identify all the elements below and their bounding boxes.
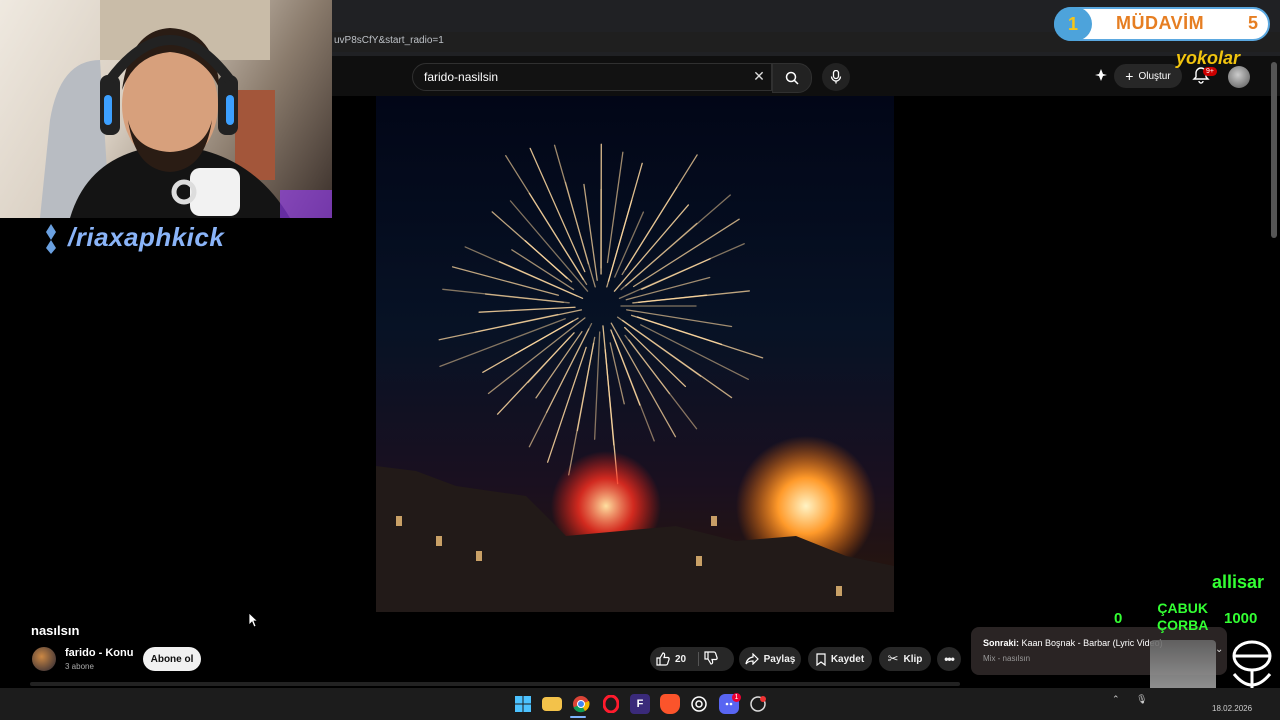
like-count: 20 (675, 653, 687, 665)
streamer-webcam (0, 0, 332, 218)
brave-icon[interactable] (660, 694, 680, 714)
search-icon (785, 71, 799, 85)
taskbar-date[interactable]: 18.02.2026 (1212, 704, 1252, 713)
channel-name[interactable]: farido - Konu (65, 647, 133, 659)
video-title: nasılsın (31, 623, 80, 638)
search-button[interactable] (772, 63, 812, 93)
windows-start-icon[interactable] (513, 694, 533, 714)
plus-icon: + (1125, 68, 1134, 84)
robot-mascot-icon (1232, 640, 1272, 694)
microphone-icon (830, 70, 842, 84)
bookmark-icon (816, 652, 826, 666)
page-scrollbar[interactable] (1271, 62, 1277, 238)
game-score-right: 1000 (1224, 610, 1258, 627)
system-tray-icons[interactable]: ⌃ 🎙 (1112, 694, 1148, 705)
scissors-icon: ✂ (887, 651, 899, 666)
microphone-tray-icon[interactable]: 🎙 (1136, 694, 1147, 704)
like-dislike-group: 20 (650, 647, 734, 671)
loyalty-badge-count: 5 (1248, 13, 1259, 33)
account-avatar[interactable] (1228, 66, 1250, 88)
subscribe-button[interactable]: Abone ol (143, 647, 201, 671)
kick-logo-icon (46, 224, 56, 254)
address-url[interactable]: uvP8sCfY&start_radio=1 (334, 35, 444, 46)
kick-handle: /riaxaphkick (68, 222, 225, 252)
fireworks-video-frame (376, 143, 894, 612)
up-next-title[interactable]: Sonraki: Kaan Boşnak - Barbar (Lyric Vid… (983, 638, 1163, 648)
share-icon (745, 653, 759, 665)
up-next-video-title: Kaan Boşnak - Barbar (Lyric Video) (1021, 638, 1163, 648)
up-next-prefix: Sonraki: (983, 638, 1020, 648)
create-button[interactable]: + Oluştur (1114, 64, 1182, 88)
premium-spark-icon[interactable] (1094, 68, 1108, 82)
game-title-line1: ÇABUK (1157, 600, 1208, 616)
chevron-down-icon[interactable]: ⌄ (1215, 644, 1223, 655)
save-label: Kaydet (830, 653, 865, 665)
video-player[interactable] (376, 96, 894, 612)
chrome-icon[interactable] (571, 694, 591, 714)
more-dots-icon: ••• (944, 652, 955, 666)
save-button[interactable]: Kaydet (808, 647, 872, 671)
loyalty-badge-rank: 1 (1054, 7, 1092, 41)
app-icon-steam[interactable] (748, 694, 768, 714)
app-icon-f[interactable]: F (630, 694, 650, 714)
clip-button[interactable]: ✂ Klip (879, 647, 931, 671)
game-title-line2: ÇORBA (1157, 617, 1209, 633)
up-next-playlist: Mix - nasılsın (983, 654, 1031, 663)
webcam-person-image (40, 0, 332, 218)
mouse-cursor-icon (248, 612, 258, 628)
file-explorer-icon[interactable] (542, 697, 562, 711)
search-input-value[interactable]: farido-nasilsin (424, 70, 498, 84)
channel-avatar[interactable] (32, 647, 56, 671)
more-actions-button[interactable]: ••• (937, 647, 961, 671)
voice-search-button[interactable] (822, 63, 850, 91)
chevron-up-icon[interactable]: ⌃ (1112, 694, 1120, 704)
discord-badge: 1 (732, 693, 741, 702)
opera-icon[interactable] (601, 694, 621, 714)
thumbs-up-icon (656, 652, 670, 666)
dislike-button[interactable] (704, 651, 720, 667)
description-box-edge (30, 682, 960, 686)
clear-search-icon[interactable]: ✕ (752, 66, 766, 86)
create-label: Oluştur (1138, 70, 1171, 82)
loyalty-badge-title: MÜDAVİM (1116, 13, 1205, 33)
subscriber-count: 3 abone (65, 662, 94, 671)
game-title: ÇABUK ÇORBA (1157, 600, 1208, 634)
thumbs-down-icon (704, 651, 718, 665)
loyalty-badge-user: yokolar (1176, 48, 1241, 68)
game-score-left: 0 (1114, 610, 1123, 627)
chatgpt-icon[interactable] (689, 694, 709, 714)
like-divider (698, 652, 699, 666)
active-app-indicator (570, 716, 586, 718)
clip-label: Klip (903, 653, 923, 665)
like-button[interactable]: 20 (656, 652, 686, 666)
chat-username-overlay: allisar (1212, 572, 1265, 592)
share-button[interactable]: Paylaş (739, 647, 801, 671)
share-label: Paylaş (763, 653, 796, 665)
